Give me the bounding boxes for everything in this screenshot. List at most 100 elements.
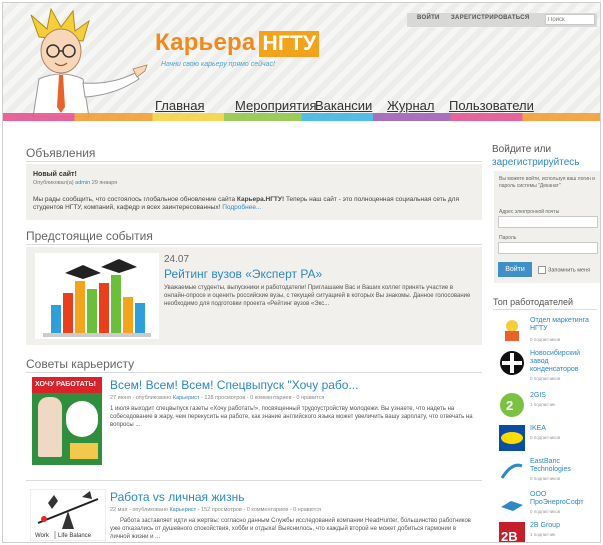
post-title[interactable]: Всем! Всем! Всем! Спецвыпуск "Хочу рабо.… (110, 378, 358, 392)
category-link[interactable]: Карьерист (169, 507, 196, 513)
advice-title: Советы карьеристу (26, 357, 135, 371)
meta-stats: - 128 просмотров - 0 комментариев - 0 нр… (201, 395, 325, 401)
event-date: 24.07 (164, 254, 190, 265)
employer-subs: 0 подписчиков (530, 509, 561, 514)
divider (26, 244, 482, 245)
meta-date: 27 июня - опубликовано (110, 395, 172, 401)
employer-subs: 1 подписчик (530, 402, 556, 407)
remember-label: Запомнить меня (548, 267, 591, 274)
employer-name: 2B Group (530, 522, 560, 529)
cover-badge (66, 401, 98, 437)
divider (26, 161, 482, 162)
nav-home[interactable]: Главная (155, 98, 204, 113)
employer-subs: 0 подписчиков (530, 337, 561, 342)
employer-logo (500, 351, 524, 375)
meta-stats: - 152 просмотров - 0 комментариев - 0 нр… (197, 507, 321, 513)
svg-text:2: 2 (506, 398, 513, 413)
logo-box: НГТУ (259, 31, 320, 57)
logo-text: Карьера (155, 29, 256, 56)
remember-me[interactable]: Запомнить меня (538, 266, 590, 274)
read-more-link[interactable]: Подробнее... (222, 204, 261, 211)
search-input[interactable] (545, 14, 595, 25)
cover-figure (38, 397, 62, 457)
password-label: Пароль (499, 235, 517, 241)
svg-text:2B: 2B (501, 529, 518, 543)
login-hint: Вы можете войти, используя ваш логин и п… (499, 176, 595, 189)
post-title[interactable]: Работа vs личная жизнь (110, 490, 244, 504)
employer-name: EastBanc Technologies (530, 458, 571, 473)
login-button[interactable]: Войти (498, 262, 532, 277)
login-link[interactable]: ВОЙТИ (417, 15, 440, 21)
login-title: Войдите или зарегистрируйтесь (492, 143, 580, 169)
meta-prefix: Опубликовал(а) (33, 180, 74, 186)
nav-vacancies[interactable]: Вакансии (315, 98, 372, 113)
site-logo[interactable]: Карьера НГТУ (155, 29, 320, 57)
employer-subs: 1 подписчик (530, 532, 556, 537)
announcements-title: Объявления (26, 146, 96, 160)
password-field[interactable] (498, 242, 598, 254)
event-chart-image[interactable] (35, 253, 159, 339)
employer-logo: 2B (499, 522, 525, 543)
event-title[interactable]: Рейтинг вузов «Эксперт РА» (164, 267, 322, 281)
top-bar: ВОЙТИ ЗАРЕГИСТРИРОВАТЬСЯ (407, 13, 597, 27)
register-link-sidebar[interactable]: зарегистрируйтесь (492, 156, 580, 169)
announcement-meta: Опубликовал(а) admin 29 января (33, 180, 117, 186)
employer-item[interactable]: 2B 2B Group 1 подписчик (499, 522, 599, 543)
announcement-title[interactable]: Новый сайт! (33, 171, 77, 178)
post-meta: 22 мая - опубликовано Карьерист - 152 пр… (110, 507, 321, 513)
page-frame: Карьера НГТУ Начни свою карьеру прямо сей… (2, 2, 601, 543)
nav-journal[interactable]: Журнал (387, 98, 434, 113)
login-title-line: Войдите или (492, 144, 552, 155)
employer-name: 2GIS (530, 392, 546, 399)
employer-subs: 0 подписчиков (530, 376, 561, 381)
employer-logo (499, 491, 525, 517)
img-left-text: Work (35, 533, 50, 539)
author-link[interactable]: admin (75, 180, 90, 186)
post-cover-image[interactable]: ХОЧУ РАБОТАТЬ! (32, 377, 102, 465)
employer-subs: 0 подписчиков (530, 476, 561, 481)
post-text: 1 июля выходит спецвыпуск газеты «Хочу р… (110, 406, 473, 428)
employer-logo (499, 458, 525, 484)
work-life-image[interactable]: Work Life Balance (30, 489, 106, 541)
register-link[interactable]: ЗАРЕГИСТРИРОВАТЬСЯ (451, 15, 530, 21)
category-link[interactable]: Карьерист (173, 395, 200, 401)
meta-date: 29 января (91, 180, 118, 186)
img-right-text: Life Balance (58, 533, 92, 539)
text-part: Мы рады сообщить, что состоялось глобаль… (33, 196, 236, 203)
events-title: Предстоящие события (26, 229, 153, 243)
cover-sticker (70, 443, 98, 459)
employers-title: Топ работодателей (493, 297, 574, 307)
announcement-text: Мы рады сообщить, что состоялось глобаль… (33, 196, 473, 212)
mascot-illustration (30, 7, 148, 117)
employer-item[interactable]: Новосибирский завод конденсаторов 0 подп… (499, 350, 599, 381)
email-label: Адрес электронной почты (499, 209, 560, 215)
color-stripe (3, 113, 600, 121)
divider (26, 372, 482, 373)
employer-name: ООО ПроЭнергоСофт (530, 491, 584, 506)
employer-item[interactable]: IKEA 0 подписчиков (499, 425, 599, 455)
employer-subs: 0 подписчиков (530, 435, 561, 440)
event-text: Уважаемые студенты, выпускники и работод… (164, 285, 471, 307)
employer-name: Отдел маркетинга НГТУ (530, 317, 589, 332)
employer-logo (499, 317, 525, 343)
remember-checkbox[interactable] (538, 266, 546, 274)
nav-users[interactable]: Пользователи (449, 98, 534, 113)
site-header: Карьера НГТУ Начни свою карьеру прямо сей… (3, 3, 600, 121)
employer-item[interactable]: ООО ПроЭнергоСофт 0 подписчиков (499, 491, 599, 521)
employer-name: Новосибирский завод конденсаторов (530, 350, 581, 373)
site-tagline: Начни свою карьеру прямо сейчас! (161, 61, 275, 68)
cover-label: ХОЧУ РАБОТАТЬ! (32, 377, 102, 393)
nav-events[interactable]: Мероприятия (235, 98, 317, 113)
post-meta: 27 июня - опубликовано Карьерист - 128 п… (110, 395, 324, 401)
employer-item[interactable]: EastBanc Technologies 0 подписчиков (499, 458, 599, 488)
employer-name: IKEA (530, 425, 546, 432)
employer-logo: 2 (500, 393, 524, 417)
employer-item[interactable]: 2 2GIS 1 подписчик (499, 392, 599, 422)
email-field[interactable] (498, 216, 598, 228)
divider (493, 309, 597, 310)
employer-item[interactable]: Отдел маркетинга НГТУ 0 подписчиков (499, 317, 599, 347)
text-bold: Карьера.НГТУ! (236, 196, 285, 203)
divider (26, 480, 482, 481)
meta-date: 22 мая - опубликовано (110, 507, 168, 513)
post-text: Работа заставляет идти на жертвы: соглас… (110, 518, 471, 540)
